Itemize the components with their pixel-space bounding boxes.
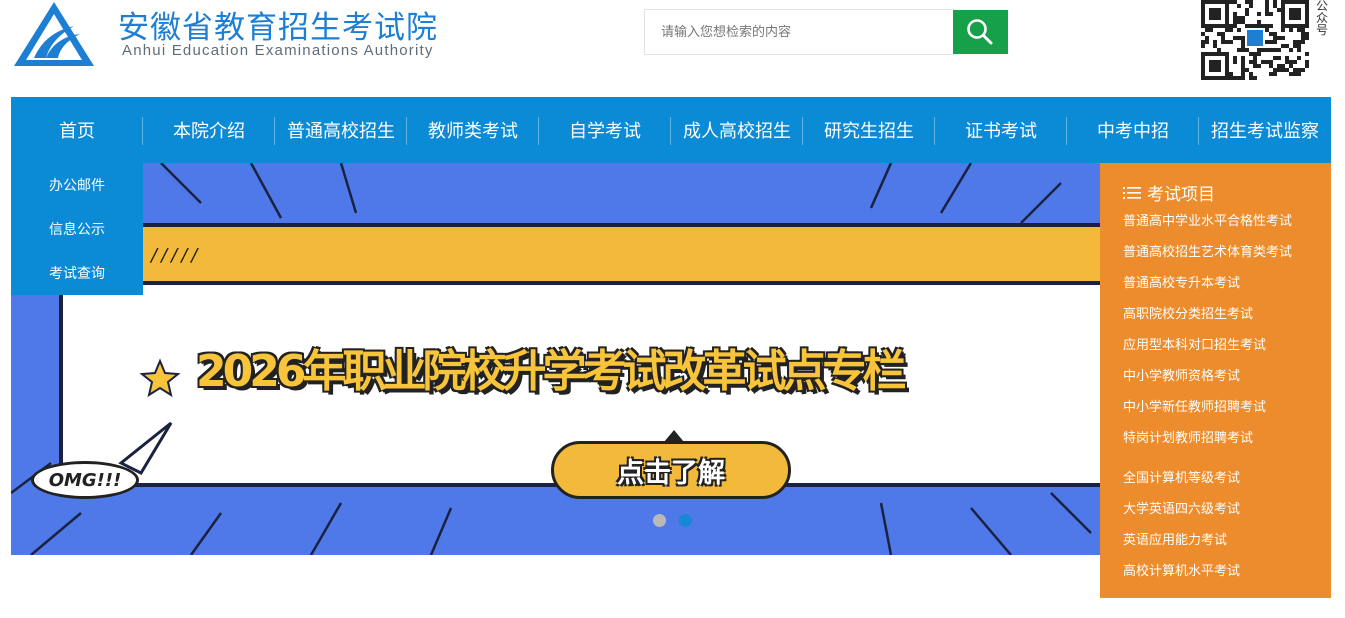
nav-item-teacher-exam[interactable]: 教师类考试 [407,97,539,163]
exam-items-heading-label: 考试项目 [1147,185,1215,205]
nav-item-graduate[interactable]: 研究生招生 [803,97,935,163]
menu-item-office-mail[interactable]: 办公邮件 [11,163,143,207]
nav-item-about[interactable]: 本院介绍 [143,97,275,163]
omg-speech-bubble: OMG!!! [31,461,139,499]
site-logo[interactable] [12,0,96,68]
menu-item-info-disclosure[interactable]: 信息公示 [11,207,143,251]
exam-link[interactable]: 中小学教师资格考试 [1123,365,1292,396]
exam-link[interactable]: 应用型本科对口招生考试 [1123,334,1292,365]
exam-link[interactable]: 大学英语四六级考试 [1123,498,1292,529]
exam-link[interactable]: 中小学新任教师招聘考试 [1123,396,1292,427]
carousel-dots [653,514,692,527]
nav-item-home[interactable]: 首页 [11,97,143,163]
exam-items-panel: 考试项目 普通高中学业水平合格性考试 普通高校招生艺术体育类考试 普通高校专升本… [1100,163,1331,598]
search-icon [967,19,993,45]
banner-title: 2026年职业院校升学考试改革试点专栏 [196,346,906,397]
search-input[interactable] [644,9,954,55]
exam-items-list: 普通高中学业水平合格性考试 普通高校招生艺术体育类考试 普通高校专升本考试 高职… [1123,210,1292,591]
carousel-dot-2[interactable] [679,514,692,527]
nav-item-certificate-exam[interactable]: 证书考试 [935,97,1067,163]
search-bar [644,9,1008,55]
list-icon [1123,186,1141,199]
exam-link[interactable]: 全国计算机等级考试 [1123,467,1292,498]
nav-item-exam-supervision[interactable]: 招生考试监察 [1199,97,1331,163]
carousel-dot-1[interactable] [653,514,666,527]
home-dropdown-menu: 办公邮件 信息公示 考试查询 [11,163,143,295]
decorative-slashes: ///// [151,245,202,266]
exam-link[interactable]: 特岗计划教师招聘考试 [1123,427,1292,458]
nav-item-self-study-exam[interactable]: 自学考试 [539,97,671,163]
exam-group-spacer [1123,458,1292,467]
exam-items-heading: 考试项目 [1123,180,1215,205]
main-nav: 首页 本院介绍 普通高校招生 教师类考试 自学考试 成人高校招生 研究生招生 证… [11,97,1331,163]
site-subtitle: Anhui Education Examinations Authority [122,42,434,59]
search-button[interactable] [953,10,1008,54]
exam-link[interactable]: 普通高中学业水平合格性考试 [1123,210,1292,241]
menu-item-exam-query[interactable]: 考试查询 [11,251,143,295]
wechat-qr-code [1201,0,1311,80]
nav-item-high-school-entrance[interactable]: 中考中招 [1067,97,1199,163]
qr-label: 公众号 [1316,0,1329,37]
exam-link[interactable]: 高校计算机水平考试 [1123,560,1292,591]
education-authority-logo-icon [14,2,94,66]
banner-carousel[interactable]: ///// 2026年职业院校升学考试改革试点专栏 点击了解 OMG!!! [11,163,1100,555]
exam-link[interactable]: 高职院校分类招生考试 [1123,303,1292,334]
exam-link[interactable]: 普通高校专升本考试 [1123,272,1292,303]
nav-item-college-admission[interactable]: 普通高校招生 [275,97,407,163]
nav-item-adult-college[interactable]: 成人高校招生 [671,97,803,163]
exam-link[interactable]: 英语应用能力考试 [1123,529,1292,560]
site-title: 安徽省教育招生考试院 [118,10,438,46]
banner-learn-more-button[interactable]: 点击了解 [551,430,791,499]
exam-link[interactable]: 普通高校招生艺术体育类考试 [1123,241,1292,272]
